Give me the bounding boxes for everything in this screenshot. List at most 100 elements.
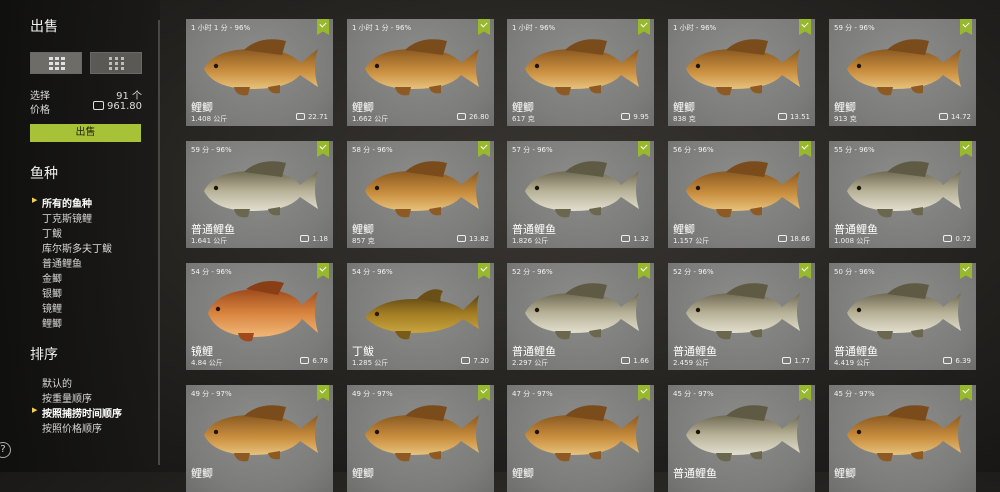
grid-icon — [49, 57, 65, 70]
fish-card[interactable]: 55 分 - 96% 普通鲤鱼 1.008 公斤 0.72 — [829, 141, 976, 248]
species-filter-item[interactable]: 普通鲤鱼 — [42, 255, 82, 270]
catch-time-quality: 59 分 - 96% — [834, 24, 875, 32]
fish-price-value: 7.20 — [473, 357, 489, 365]
fish-image — [204, 161, 318, 218]
catch-time-quality: 54 分 - 96% — [352, 268, 393, 276]
fish-card[interactable]: 52 分 - 96% 普通鲤鱼 2.297 公斤 1.66 — [507, 263, 654, 370]
fish-card[interactable]: 1 小时 1 分 - 96% 鲤鲫 1.408 公斤 22.71 — [186, 19, 333, 126]
sort-section-title: 排序 — [30, 347, 58, 363]
species-filter-item[interactable]: 银鲫 — [42, 285, 62, 300]
sell-section-title: 出售 — [30, 19, 58, 35]
fish-weight: 4.419 公斤 — [834, 359, 871, 367]
fish-image — [847, 405, 961, 462]
help-button[interactable]: ? — [0, 442, 11, 458]
small-grid-icon — [109, 57, 125, 70]
coin-icon — [456, 113, 466, 120]
fish-price: 1.18 — [300, 235, 328, 243]
fish-name: 丁鲅 — [352, 345, 374, 358]
species-filter-label: 金鲫 — [42, 274, 62, 285]
species-filter-item[interactable]: ▶ 所有的鱼种 — [32, 195, 92, 210]
fish-name: 普通鲤鱼 — [834, 223, 878, 236]
fish-image — [686, 283, 800, 340]
selected-row: 选择 91 个 — [30, 87, 142, 102]
fish-card[interactable]: 45 分 - 97% 普通鲤鱼 — [668, 385, 815, 492]
catch-time-quality: 1 小时 - 96% — [512, 24, 556, 32]
fish-card[interactable]: 59 分 - 96% 鲤鲫 913 克 14.72 — [829, 19, 976, 126]
fish-price: 9.95 — [621, 113, 649, 121]
coin-icon — [943, 235, 953, 242]
fish-price: 1.77 — [782, 357, 810, 365]
species-filter-item[interactable]: 丁克斯镜鲤 — [42, 210, 92, 225]
fish-price: 22.71 — [295, 113, 328, 121]
fish-card[interactable]: 50 分 - 96% 普通鲤鱼 4.419 公斤 6.39 — [829, 263, 976, 370]
fish-image — [365, 161, 479, 218]
fish-image — [686, 405, 800, 462]
fish-card[interactable]: 1 小时 1 分 - 96% 鲤鲫 1.662 公斤 26.80 — [347, 19, 494, 126]
grid-view-button[interactable] — [30, 52, 82, 74]
fish-card[interactable]: 52 分 - 96% 普通鲤鱼 2.459 公斤 1.77 — [668, 263, 815, 370]
fish-card[interactable]: 58 分 - 96% 鲤鲫 857 克 13.82 — [347, 141, 494, 248]
species-filter-label: 银鲫 — [42, 289, 62, 300]
fish-card[interactable]: 1 小时 - 96% 鲤鲫 838 克 13.51 — [668, 19, 815, 126]
species-filter-label: 镜鲤 — [42, 304, 62, 315]
fish-weight: 2.459 公斤 — [673, 359, 710, 367]
fish-price: 1.66 — [621, 357, 649, 365]
fish-price: 26.80 — [456, 113, 489, 121]
fish-price: 13.82 — [456, 235, 489, 243]
species-filter-item[interactable]: 库尔斯多夫丁鲅 — [42, 240, 112, 255]
fish-card[interactable]: 57 分 - 96% 普通鲤鱼 1.826 公斤 1.32 — [507, 141, 654, 248]
sort-option[interactable]: 按重量顺序 — [42, 390, 92, 405]
species-filter-item[interactable]: 丁鲅 — [42, 225, 62, 240]
sort-option[interactable]: 按照价格顺序 — [42, 420, 102, 435]
coin-icon — [782, 357, 792, 364]
sell-button[interactable]: 出售 — [30, 124, 141, 142]
compact-view-button[interactable] — [90, 52, 142, 74]
fish-price-value: 13.82 — [468, 235, 489, 243]
fish-card[interactable]: 47 分 - 97% 鲤鲫 — [507, 385, 654, 492]
species-filter-label: 库尔斯多夫丁鲅 — [42, 244, 112, 255]
fish-weight: 1.008 公斤 — [834, 237, 871, 245]
sidebar: 出售 选择 91 个 价格 961.80 出售 鱼种 ▶ 所有的鱼种 丁克斯镜鲤 丁鲅… — [0, 0, 160, 472]
catch-time-quality: 49 分 - 97% — [191, 390, 232, 398]
fish-card[interactable]: 54 分 - 96% 镜鲤 4.84 公斤 6.78 — [186, 263, 333, 370]
fish-name: 鲤鲫 — [352, 101, 374, 114]
coin-icon — [777, 113, 787, 120]
fish-image — [365, 39, 479, 96]
fish-name: 鲤鲫 — [673, 223, 695, 236]
fish-price-value: 0.72 — [955, 235, 971, 243]
sort-option[interactable]: 默认的 — [42, 375, 72, 390]
fish-price-value: 1.18 — [312, 235, 328, 243]
species-filter-item[interactable]: 镜鲤 — [42, 300, 62, 315]
fish-image — [686, 39, 800, 96]
sort-option-label: 按重量顺序 — [42, 394, 92, 405]
catch-time-quality: 59 分 - 96% — [191, 146, 232, 154]
fish-name: 鲤鲫 — [352, 223, 374, 236]
catch-time-quality: 1 小时 1 分 - 96% — [352, 24, 412, 32]
fish-card[interactable]: 56 分 - 96% 鲤鲫 1.157 公斤 18.66 — [668, 141, 815, 248]
catch-time-quality: 56 分 - 96% — [673, 146, 714, 154]
catch-time-quality: 58 分 - 96% — [352, 146, 393, 154]
fish-card[interactable]: 49 分 - 97% 鲤鲫 — [347, 385, 494, 492]
fish-price-value: 1.32 — [633, 235, 649, 243]
fish-image — [365, 289, 479, 340]
fish-price-value: 13.51 — [789, 113, 810, 121]
fish-name: 鲤鲫 — [834, 467, 856, 480]
catch-time-quality: 52 分 - 96% — [512, 268, 553, 276]
fish-card[interactable]: 59 分 - 96% 普通鲤鱼 1.641 公斤 1.18 — [186, 141, 333, 248]
species-filter-label: 丁克斯镜鲤 — [42, 214, 92, 225]
fish-name: 鲤鲫 — [512, 467, 534, 480]
fish-card[interactable]: 1 小时 - 96% 鲤鲫 617 克 9.95 — [507, 19, 654, 126]
fish-image — [204, 405, 318, 462]
sort-option[interactable]: ▶ 按照捕捞时间顺序 — [32, 405, 122, 420]
fish-card[interactable]: 45 分 - 97% 鲤鲫 — [829, 385, 976, 492]
fish-card[interactable]: 49 分 - 97% 鲤鲫 — [186, 385, 333, 492]
fish-image — [525, 283, 639, 340]
fish-weight: 1.157 公斤 — [673, 237, 710, 245]
fish-weight: 1.285 公斤 — [352, 359, 389, 367]
fish-card[interactable]: 54 分 - 96% 丁鲅 1.285 公斤 7.20 — [347, 263, 494, 370]
fish-weight: 857 克 — [352, 237, 375, 245]
species-filter-item[interactable]: 鲤鲫 — [42, 315, 62, 330]
fish-price: 6.39 — [943, 357, 971, 365]
coin-icon — [295, 113, 305, 120]
species-filter-item[interactable]: 金鲫 — [42, 270, 62, 285]
